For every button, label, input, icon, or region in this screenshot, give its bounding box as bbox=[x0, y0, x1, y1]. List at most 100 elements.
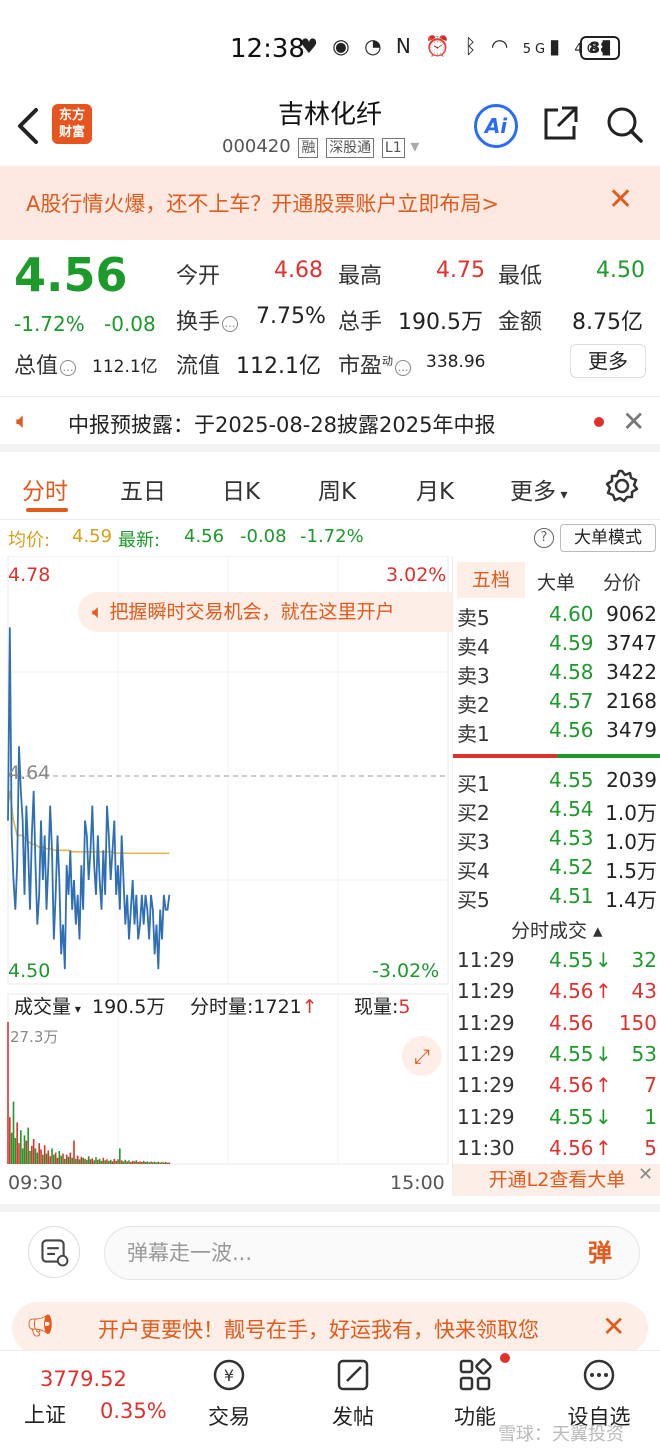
volume-bar bbox=[76, 1155, 79, 1164]
volume-bar bbox=[120, 1160, 123, 1164]
trade-direction-icon: ↑ bbox=[595, 979, 612, 1004]
pct-top-label: 3.02% bbox=[386, 564, 447, 586]
tab-price-dist[interactable]: 分价 bbox=[603, 568, 641, 595]
more-quote-button[interactable]: 更多 bbox=[570, 344, 646, 378]
pe-label: 市盈动… bbox=[338, 348, 412, 380]
tab-monthly-k[interactable]: 月K bbox=[416, 472, 454, 506]
more-dots-icon bbox=[583, 1359, 615, 1391]
expand-icon[interactable]: ⤢ bbox=[402, 1036, 442, 1076]
close-icon[interactable]: ✕ bbox=[608, 184, 633, 216]
help-icon[interactable]: ? bbox=[534, 528, 554, 548]
latest-value: 4.56 bbox=[184, 526, 225, 547]
volume-bar bbox=[137, 1161, 139, 1164]
nav-trade[interactable]: ¥ 交易 bbox=[174, 1351, 284, 1452]
danmaku-input[interactable]: 弹幕走一波... bbox=[104, 1226, 640, 1280]
ask-price: 4.60 bbox=[549, 602, 594, 626]
y-mid-label: 4.64 bbox=[8, 762, 51, 784]
close-icon[interactable]: ✕ bbox=[622, 405, 645, 438]
danmaku-list-icon[interactable] bbox=[28, 1226, 80, 1278]
bid-volume: 1.4万 bbox=[605, 888, 657, 912]
tab-weekly-k[interactable]: 周K bbox=[318, 472, 356, 506]
volume-bar bbox=[9, 1117, 11, 1164]
trade-price: 4.56 bbox=[549, 1135, 594, 1160]
volume-bar bbox=[97, 1159, 99, 1164]
account-banner[interactable]: A股行情火爆，还不上车？开通股票账户立即布局> ✕ bbox=[0, 166, 660, 240]
minute-volume: 分时量:1721↑ bbox=[190, 996, 318, 1018]
volume-bar bbox=[131, 1160, 134, 1164]
trade-price: 4.56 bbox=[549, 979, 594, 1004]
volume-value: 190.5万 bbox=[398, 310, 483, 335]
battery-level: 88 bbox=[580, 36, 620, 60]
intraday-chart[interactable] bbox=[0, 555, 452, 1196]
tick-trades-header[interactable]: 分时成交 ▴ bbox=[511, 916, 603, 943]
ask-row: 卖2 4.57 2168 bbox=[453, 689, 660, 718]
bid-row: 买5 4.51 1.4万 bbox=[453, 884, 660, 913]
latest-change-pct: -1.72% bbox=[300, 526, 364, 547]
watermark: 雪球：天翼投资 bbox=[498, 1424, 624, 1445]
report-notice[interactable]: 🔈︎ 中报预披露：于2025-08-28披露2025年中报 ✕ bbox=[0, 396, 660, 452]
svg-text:¥: ¥ bbox=[224, 1366, 234, 1385]
volume-head[interactable]: 成交量 ▾ bbox=[14, 992, 81, 1019]
volume-bar bbox=[10, 1132, 13, 1164]
price-line bbox=[7, 627, 171, 970]
index-quote[interactable]: 3779.52 上证 0.35% bbox=[0, 1351, 167, 1452]
trade-time: 11:29 bbox=[457, 1073, 515, 1098]
volume-bar bbox=[117, 1159, 119, 1164]
gear-icon[interactable] bbox=[604, 468, 640, 504]
tab-big-orders[interactable]: 大单 bbox=[537, 568, 575, 595]
ask-level: 卖1 bbox=[457, 722, 490, 746]
ai-assistant-icon[interactable]: Ai bbox=[474, 104, 518, 148]
share-icon[interactable] bbox=[540, 104, 580, 144]
banner-text[interactable]: A股行情火爆，还不上车？开通股票账户立即布局> bbox=[26, 188, 499, 218]
open-l2-button[interactable]: 开通L2查看大单 bbox=[453, 1164, 660, 1196]
alarm-icon: ⏰ bbox=[425, 34, 455, 58]
close-icon[interactable]: ✕ bbox=[638, 1164, 653, 1185]
tab-daily-k[interactable]: 日K bbox=[222, 472, 260, 506]
search-icon[interactable] bbox=[604, 104, 644, 144]
volume-bar bbox=[49, 1156, 51, 1164]
close-icon[interactable]: ✕ bbox=[602, 1310, 625, 1343]
volume-bar bbox=[93, 1160, 95, 1164]
nav-post[interactable]: 发帖 bbox=[298, 1351, 408, 1452]
tick-trade-row: 11:29 4.55 ↓ 32 bbox=[453, 948, 660, 977]
chevron-down-icon[interactable]: ▾ bbox=[410, 136, 419, 157]
volume-bar bbox=[157, 1161, 160, 1164]
volume-bar bbox=[161, 1161, 163, 1164]
volume-bar bbox=[155, 1162, 158, 1164]
big-order-mode-button[interactable]: 大单模式 bbox=[560, 524, 656, 552]
notice-text[interactable]: 中报预披露：于2025-08-28披露2025年中报 bbox=[68, 409, 495, 439]
tab-five-day[interactable]: 五日 bbox=[120, 472, 166, 506]
volume-bar bbox=[12, 1101, 15, 1164]
volume-bar bbox=[36, 1152, 39, 1164]
volume-bar bbox=[86, 1159, 88, 1164]
index-value: 3779.52 bbox=[40, 1367, 127, 1391]
tab-more[interactable]: 更多 ▾ bbox=[510, 472, 567, 506]
tab-intraday[interactable]: 分时 bbox=[22, 472, 68, 506]
bottom-promo-text[interactable]: 开户更要快！靓号在手，好运我有，快来领取您 bbox=[98, 1314, 598, 1344]
tab-five-levels[interactable]: 五档 bbox=[457, 562, 525, 598]
edit-icon bbox=[337, 1359, 369, 1391]
y-top-label: 4.78 bbox=[8, 564, 51, 586]
ask-level: 卖3 bbox=[457, 664, 490, 688]
ask-price: 4.59 bbox=[549, 631, 594, 655]
volume-bar bbox=[34, 1148, 37, 1164]
volume-bar bbox=[128, 1160, 130, 1164]
status-time: 12:38 bbox=[230, 34, 305, 64]
volume-bar bbox=[124, 1159, 127, 1164]
ask-volume: 2168 bbox=[606, 689, 657, 713]
trade-price: 4.55 bbox=[549, 948, 594, 972]
volume-bar bbox=[168, 1162, 171, 1164]
volume-bar bbox=[40, 1149, 42, 1164]
info-icon[interactable]: … bbox=[395, 360, 412, 376]
open-account-chip[interactable]: 🔈︎ 把握瞬时交易机会，就在这里开户 bbox=[78, 592, 452, 632]
tick-trade-row: 11:29 4.55 ↓ 53 bbox=[453, 1042, 660, 1071]
info-icon[interactable]: … bbox=[222, 316, 239, 332]
ask-volume: 9062 bbox=[606, 602, 657, 626]
volume-bar bbox=[146, 1161, 149, 1164]
volume-bar bbox=[150, 1161, 152, 1164]
bottom-promo[interactable]: 📢︎ 开户更要快！靓号在手，好运我有，快来领取您 ✕ bbox=[12, 1302, 648, 1354]
danmaku-send-button[interactable]: 弹 bbox=[568, 1230, 632, 1276]
info-icon[interactable]: … bbox=[60, 360, 77, 376]
bid-price: 4.51 bbox=[549, 884, 594, 908]
turnover-value: 7.75% bbox=[256, 304, 326, 329]
